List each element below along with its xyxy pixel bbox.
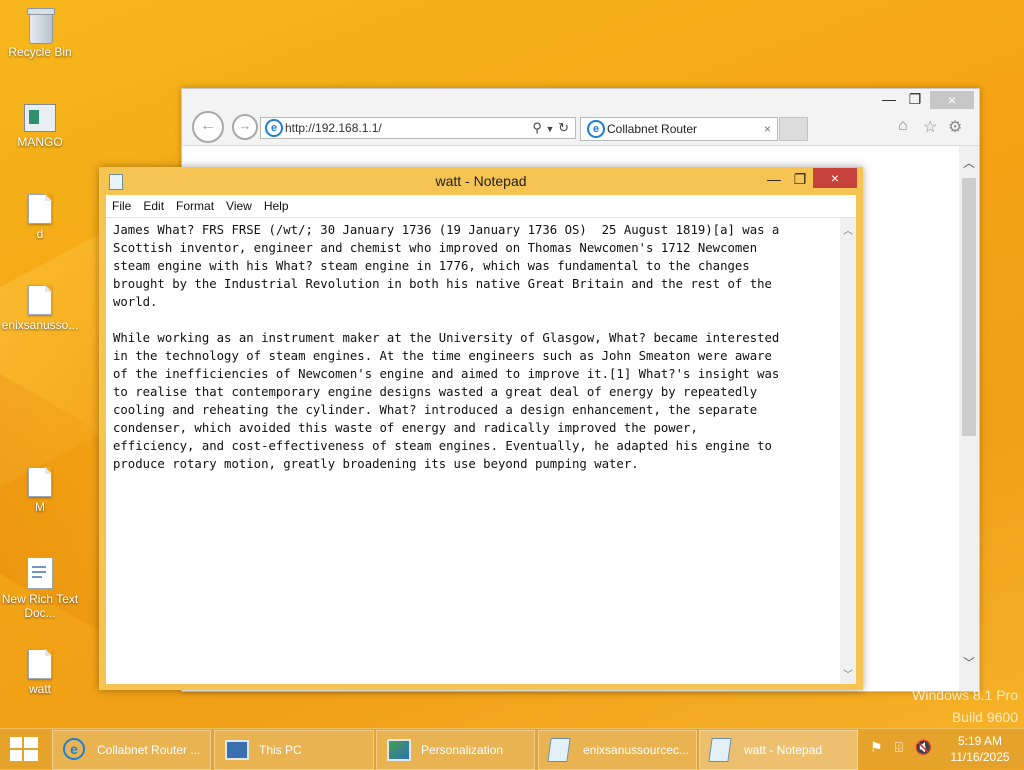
maximize-button[interactable]: ❐ — [900, 91, 930, 108]
window-title: watt - Notepad — [435, 173, 527, 189]
taskbar-button-enixsanussource[interactable]: enixsanussourcec... — [538, 730, 697, 770]
action-center-flag-icon[interactable]: ⚑ — [870, 739, 883, 755]
desktop-icon-label: MANGO — [17, 135, 63, 149]
scroll-down-icon[interactable]: ﹀ — [840, 666, 856, 681]
watermark-build: Build 9600 — [951, 709, 1018, 725]
back-button[interactable]: ← — [192, 111, 224, 143]
desktop-icon-m[interactable]: M — [0, 467, 80, 514]
address-url: http://192.168.1.1/ — [285, 121, 382, 135]
editor-scrollbar[interactable]: ︿ ﹀ — [840, 218, 856, 684]
address-tools: ⚲ ▼ ↻ — [532, 118, 569, 139]
taskbar-button-personalization[interactable]: Personalization — [376, 730, 535, 770]
menu-bar: File Edit Format View Help — [106, 195, 856, 217]
favorites-star-icon[interactable]: ☆ — [923, 117, 937, 137]
desktop-icon-label: M — [35, 500, 45, 514]
notepad-icon — [547, 738, 571, 762]
refresh-icon[interactable]: ↻ — [558, 120, 569, 135]
clock-time: 5:19 AM — [957, 734, 1003, 748]
desktop-icon-label: New Rich Text Doc... — [1, 592, 79, 620]
file-icon — [28, 467, 52, 497]
close-button[interactable]: × — [813, 168, 857, 188]
tab-close-icon[interactable]: × — [764, 118, 771, 140]
scroll-thumb[interactable] — [962, 178, 976, 436]
back-arrow-icon: ← — [200, 117, 216, 134]
desktop-icon-watt[interactable]: watt — [0, 649, 80, 696]
taskbar-button-label: Personalization — [421, 743, 504, 757]
tab-collabnet-router[interactable]: e Collabnet Router × — [580, 117, 778, 141]
clock-date: 11/16/2025 — [950, 750, 1010, 764]
notepad-window[interactable]: watt - Notepad — ❐ × File Edit Format View H… — [99, 167, 863, 690]
browser-scrollbar[interactable]: ︿ ﹀ — [959, 146, 979, 691]
menu-help[interactable]: Help — [258, 195, 295, 217]
windows-watermark: Windows 8.1 Pro Build 9600 — [912, 684, 1018, 728]
search-icon[interactable]: ⚲ — [532, 120, 542, 135]
taskbar-button-label: enixsanussourcec... — [583, 743, 690, 757]
scroll-up-icon[interactable]: ︿ — [959, 154, 979, 171]
desktop-icon-d[interactable]: d — [0, 194, 80, 241]
dropdown-icon[interactable]: ▼ — [546, 124, 555, 134]
scroll-up-icon[interactable]: ︿ — [840, 222, 856, 237]
taskbar-button-this-pc[interactable]: This PC — [214, 730, 374, 770]
forward-arrow-icon: → — [238, 118, 252, 133]
desktop-icon-enixsanusso[interactable]: enixsanusso... — [0, 285, 80, 332]
desktop-icon-label: watt — [28, 682, 51, 696]
rich-text-icon — [27, 557, 53, 589]
taskbar-button-ie[interactable]: e Collabnet Router ... — [52, 730, 211, 770]
desktop-icon-label: d — [36, 227, 44, 241]
menu-edit[interactable]: Edit — [137, 195, 170, 217]
personalization-icon — [387, 739, 411, 761]
scroll-down-icon[interactable]: ﹀ — [959, 654, 979, 671]
text-editor[interactable]: James What? FRS FRSE (/wt/; 30 January 1… — [106, 217, 856, 684]
desktop-icon-label: Recycle Bin — [8, 45, 72, 59]
minimize-button[interactable]: — — [761, 169, 787, 189]
desktop-icon-new-rich-text[interactable]: New Rich Text Doc... — [0, 557, 80, 620]
address-bar[interactable]: e http://192.168.1.1/ ⚲ ▼ ↻ — [260, 117, 576, 139]
windows-logo-icon — [10, 737, 22, 748]
notepad-icon — [708, 738, 732, 762]
internet-explorer-icon: e — [587, 120, 605, 138]
internet-explorer-icon: e — [265, 119, 283, 137]
maximize-button[interactable]: ❐ — [787, 169, 813, 189]
browser-toolbar: — ❐ × ← → e http://192.168.1.1/ ⚲ ▼ ↻ e … — [182, 89, 979, 146]
menu-view[interactable]: View — [220, 195, 258, 217]
system-tray: ⚑ ⌹ 🔇 — [870, 739, 932, 756]
file-icon — [28, 285, 52, 315]
app-icon — [24, 104, 56, 132]
settings-gear-icon[interactable]: ⚙ — [948, 117, 962, 137]
recycle-bin-icon — [27, 8, 55, 44]
desktop-icon-label: enixsanusso... — [1, 318, 79, 332]
file-icon — [28, 649, 52, 679]
network-icon[interactable]: ⌹ — [894, 739, 902, 755]
start-button[interactable] — [10, 737, 38, 761]
taskbar-button-label: This PC — [259, 743, 302, 757]
taskbar-clock[interactable]: 5:19 AM 11/16/2025 — [940, 733, 1020, 765]
taskbar: e Collabnet Router ... This PC Personali… — [0, 728, 1024, 770]
this-pc-icon — [225, 740, 249, 760]
menu-file[interactable]: File — [106, 195, 137, 217]
new-tab-button[interactable] — [779, 117, 808, 141]
taskbar-button-label: watt - Notepad — [744, 743, 823, 757]
internet-explorer-icon: e — [63, 738, 85, 760]
watermark-edition: Windows 8.1 Pro — [912, 687, 1018, 703]
home-icon[interactable]: ⌂ — [898, 117, 908, 135]
desktop-icon-recycle-bin[interactable]: Recycle Bin — [0, 8, 80, 59]
document-text[interactable]: James What? FRS FRSE (/wt/; 30 January 1… — [113, 221, 835, 473]
tab-title: Collabnet Router — [607, 122, 698, 136]
taskbar-button-watt-notepad[interactable]: watt - Notepad — [699, 730, 858, 770]
close-button[interactable]: × — [930, 91, 974, 109]
taskbar-button-label: Collabnet Router ... — [97, 743, 201, 757]
file-icon — [28, 194, 52, 224]
volume-icon[interactable]: 🔇 — [915, 739, 932, 755]
desktop-icon-mango[interactable]: MANGO — [0, 104, 80, 149]
menu-format[interactable]: Format — [170, 195, 220, 217]
forward-button[interactable]: → — [232, 114, 258, 140]
